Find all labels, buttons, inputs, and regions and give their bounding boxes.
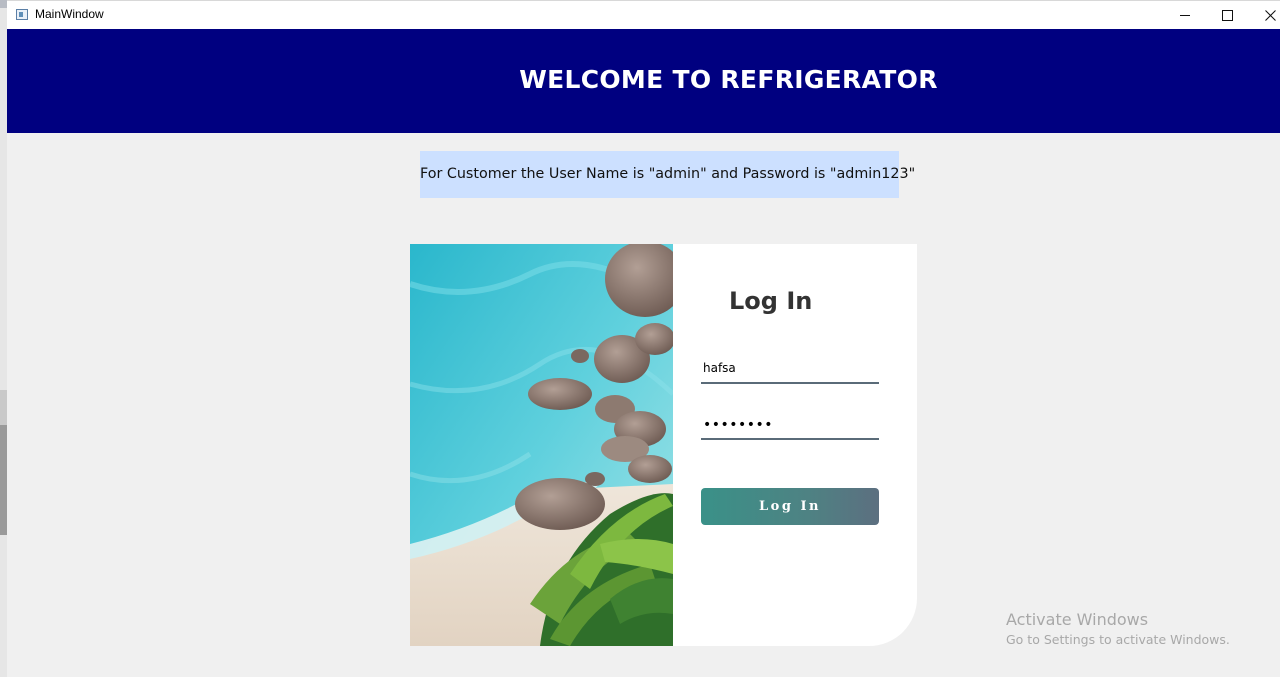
- login-title: Log In: [729, 287, 813, 315]
- minimize-button[interactable]: [1162, 1, 1208, 29]
- main-window: MainWindow WELCOME TO REFRIGERATOR For C…: [0, 0, 1280, 677]
- password-input[interactable]: [701, 410, 879, 440]
- activate-windows-watermark: Activate Windows Go to Settings to activ…: [1006, 610, 1230, 647]
- app-icon: [16, 9, 28, 20]
- credentials-hint-banner: For Customer the User Name is "admin" an…: [420, 151, 915, 198]
- minimize-icon: [1180, 14, 1190, 16]
- welcome-header: WELCOME TO REFRIGERATOR: [7, 29, 1280, 133]
- credentials-hint-text: For Customer the User Name is "admin" an…: [420, 166, 916, 182]
- maximize-button[interactable]: [1204, 1, 1250, 29]
- maximize-icon: [1221, 9, 1233, 21]
- login-card: Log In •••••••• Log In: [673, 244, 917, 646]
- login-button[interactable]: Log In: [701, 488, 879, 525]
- close-icon: [1264, 9, 1276, 21]
- beach-photo: [410, 244, 673, 646]
- header-title: WELCOME TO REFRIGERATOR: [519, 65, 938, 94]
- beach-image: [410, 244, 673, 646]
- title-bar: MainWindow: [7, 0, 1280, 29]
- activate-subtitle: Go to Settings to activate Windows.: [1006, 632, 1230, 647]
- username-input[interactable]: [701, 354, 879, 384]
- activate-title: Activate Windows: [1006, 610, 1149, 629]
- background-window-edge: [0, 0, 7, 677]
- window-title: MainWindow: [35, 7, 104, 21]
- close-button[interactable]: [1247, 1, 1280, 29]
